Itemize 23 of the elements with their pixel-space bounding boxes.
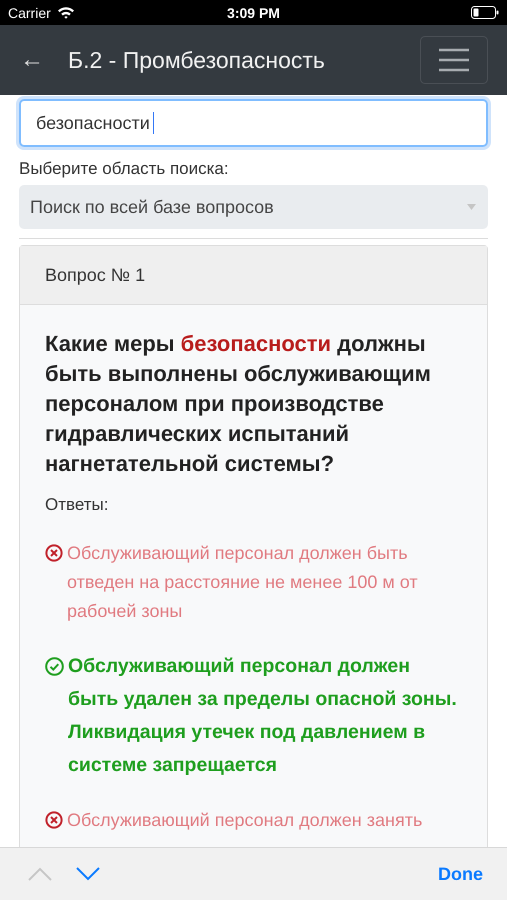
cross-circle-icon [45, 544, 63, 562]
check-circle-icon [45, 657, 64, 676]
menu-icon [438, 48, 470, 72]
answers-label: Ответы: [45, 495, 110, 515]
down-chevron-icon[interactable] [76, 867, 100, 881]
back-button[interactable]: ← [20, 46, 68, 74]
answer-text: Обслуживающий персонал должен быть удален за пределы опасной зоны. Ликвидация утечек под давлением в системе запрещается [68, 654, 458, 778]
done-button[interactable]: Done [438, 864, 483, 884]
battery-icon [471, 6, 499, 19]
menu-button[interactable] [420, 36, 488, 84]
scope-dropdown[interactable]: Поиск по всей базе вопросов [19, 185, 488, 229]
dropdown-caret-icon [467, 204, 476, 210]
card-header: Вопрос № 1 [20, 246, 487, 305]
cross-circle-icon [45, 811, 63, 829]
page-title: Б.2 - Промбезопасность [68, 46, 326, 74]
scope-label: Выберите область поиска: [19, 159, 230, 179]
answer-text: Обслуживающий персонал должен занять [67, 809, 422, 832]
answer-text: Обслуживающий персонал должен быть отведен на расстояние не менее 100 м от рабочей зоны [67, 542, 419, 623]
search-field[interactable]: безопасности [19, 99, 488, 147]
clock: 3:09 PM [227, 4, 280, 20]
carrier-label: Carrier [8, 4, 51, 20]
wifi-icon [56, 6, 75, 19]
question-text: Какие меры безопасности должны быть выполнены обслуживающим персоналом при производстве гидравлических испытаний нагнетательной системы? [45, 330, 432, 478]
